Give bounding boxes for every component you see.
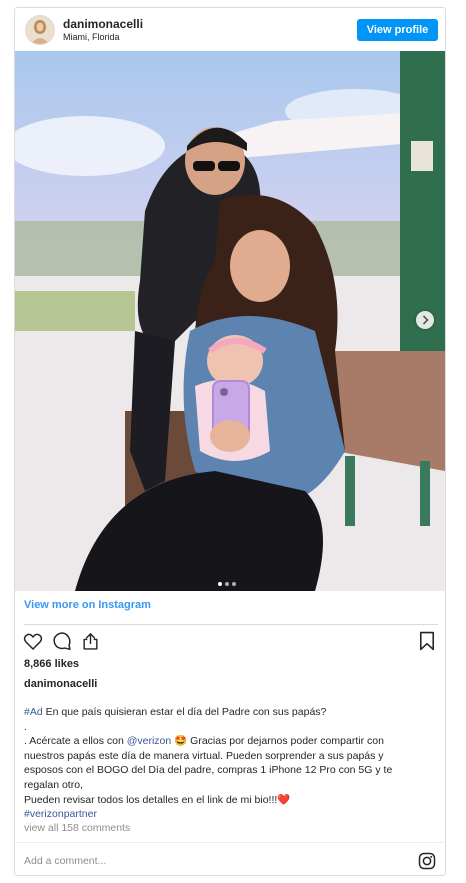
carousel-dot-active bbox=[218, 582, 222, 586]
caption-line: #Ad En que país quisieran estar el día d… bbox=[24, 705, 424, 720]
caption-line: nuestros papás este día de manera virtua… bbox=[24, 749, 384, 762]
instagram-icon[interactable] bbox=[418, 852, 436, 870]
view-all-comments-link[interactable]: view all 158 comments bbox=[24, 822, 130, 834]
caption-line: . Acércate a ellos con @verizon 🤩 Gracia… bbox=[24, 734, 424, 749]
share-icon[interactable] bbox=[81, 631, 100, 651]
chevron-right-icon bbox=[422, 315, 429, 325]
bookmark-icon[interactable] bbox=[419, 631, 435, 651]
divider bbox=[15, 842, 445, 843]
carousel-next-button[interactable] bbox=[416, 311, 434, 329]
caption-line: Pueden revisar todos los detalles en el … bbox=[24, 793, 291, 806]
caption-text: 🤩 Gracias por dejarnos poder compartir c… bbox=[171, 735, 384, 748]
post-header: danimonacelli Miami, Florida View profil… bbox=[15, 8, 445, 52]
view-profile-button[interactable]: View profile bbox=[357, 19, 438, 41]
view-more-link[interactable]: View more on Instagram bbox=[24, 599, 151, 611]
caption-line: regalan otro, bbox=[24, 778, 83, 791]
caption-username[interactable]: danimonacelli bbox=[24, 678, 97, 690]
caption-line: . bbox=[24, 720, 27, 733]
hashtag-link[interactable]: #verizonpartner bbox=[24, 807, 424, 822]
post-caption: #Ad En que país quisieran estar el día d… bbox=[24, 705, 424, 822]
carousel-indicator bbox=[218, 573, 239, 591]
caption-line: esposos con el BOGO del Día del padre, c… bbox=[24, 764, 393, 777]
likes-count[interactable]: 8,866 likes bbox=[24, 658, 79, 670]
action-bar bbox=[15, 628, 445, 658]
post-username[interactable]: danimonacelli bbox=[63, 17, 143, 31]
heart-icon[interactable] bbox=[23, 632, 43, 651]
hashtag-link[interactable]: #Ad bbox=[24, 706, 43, 718]
caption-text: . Acércate a ellos con bbox=[24, 735, 127, 748]
post-location[interactable]: Miami, Florida bbox=[63, 32, 120, 42]
post-photo[interactable] bbox=[15, 51, 445, 591]
comment-icon[interactable] bbox=[52, 631, 72, 651]
mention-link[interactable]: @verizon bbox=[127, 735, 172, 747]
instagram-embed-card: danimonacelli Miami, Florida View profil… bbox=[14, 7, 446, 876]
caption-text: En que país quisieran estar el día del P… bbox=[42, 706, 327, 718]
divider bbox=[24, 624, 438, 625]
carousel-dot bbox=[232, 582, 236, 586]
avatar[interactable] bbox=[25, 15, 55, 45]
carousel-dot bbox=[225, 582, 229, 586]
add-comment-input[interactable]: Add a comment... bbox=[24, 855, 106, 867]
